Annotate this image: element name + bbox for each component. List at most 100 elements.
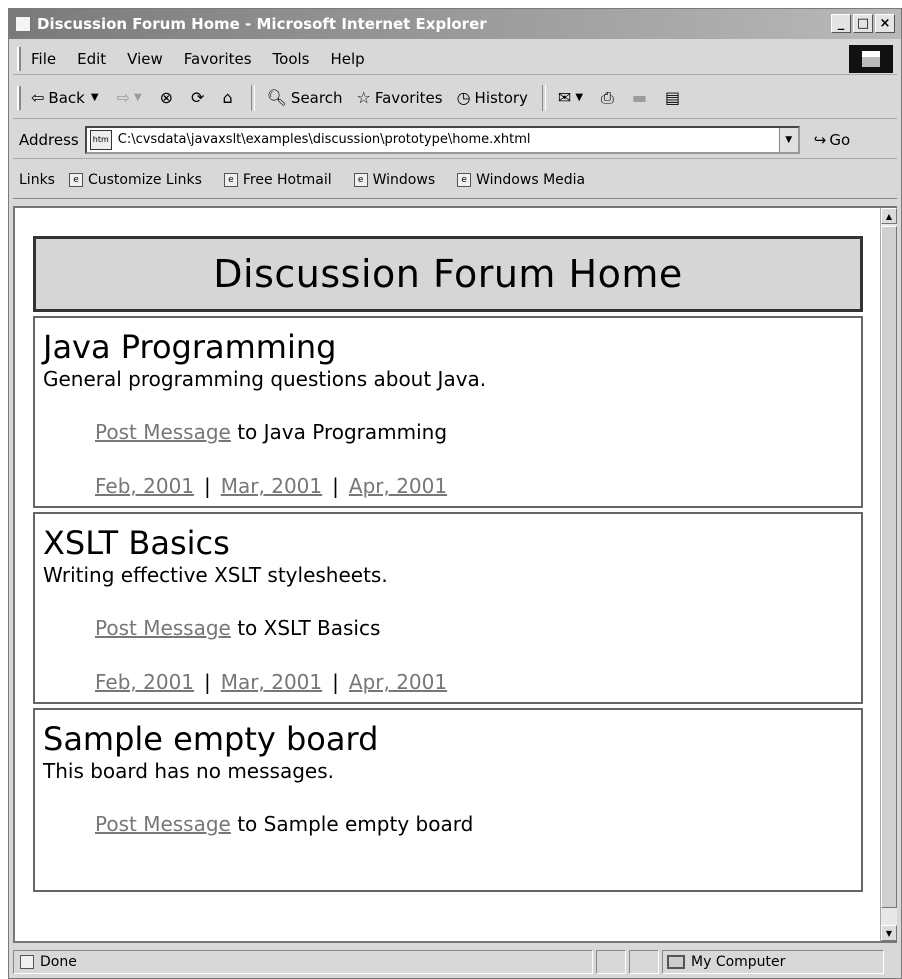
menu-file[interactable]: File (31, 50, 56, 68)
browser-window: Discussion Forum Home - Microsoft Intern… (8, 8, 902, 979)
search-button[interactable]: 🔍︎ Search (267, 88, 343, 107)
print-button[interactable]: ⎙ (601, 88, 618, 108)
print-icon: ⎙ (601, 87, 614, 107)
links-bar: Links e Customize Links e Free Hotmail e… (13, 161, 897, 199)
board-sample-empty: Sample empty board This board has no mes… (33, 708, 863, 892)
menu-tools[interactable]: Tools (273, 50, 310, 68)
link-free-hotmail[interactable]: e Free Hotmail (223, 171, 332, 188)
link-customize-links[interactable]: e Customize Links (68, 171, 202, 188)
ie-page-icon: e (353, 172, 368, 187)
board-post-row: Post Message to XSLT Basics (95, 616, 853, 640)
board-post-row: Post Message to Java Programming (95, 420, 853, 444)
address-input[interactable]: htm C:\cvsdata\javaxslt\examples\discuss… (84, 125, 800, 154)
ie-page-icon: e (457, 172, 472, 187)
link-windows[interactable]: e Windows (353, 171, 436, 188)
minimize-button[interactable]: _ (831, 14, 851, 33)
close-button[interactable]: × (875, 14, 895, 33)
home-icon: ⌂ (222, 88, 233, 107)
mail-button[interactable]: ✉ ▼ (558, 88, 587, 107)
board-description: General programming questions about Java… (43, 367, 487, 391)
address-url[interactable]: C:\cvsdata\javaxslt\examples\discussion\… (118, 132, 779, 147)
ie-page-icon: e (223, 172, 238, 187)
edit-page-button[interactable]: ▬ (632, 88, 651, 107)
refresh-button[interactable]: ⟳ (191, 88, 208, 107)
toolbar-separator (250, 84, 255, 111)
go-button[interactable]: ↪ Go (814, 131, 850, 149)
refresh-icon: ⟳ (191, 88, 205, 107)
post-suffix: to XSLT Basics (237, 616, 381, 640)
history-button[interactable]: ◷ History (457, 88, 528, 107)
htm-file-icon: htm (89, 129, 112, 150)
favorites-button[interactable]: ☆ Favorites (356, 88, 442, 107)
address-dropdown-button[interactable]: ▼ (778, 127, 798, 152)
board-title: XSLT Basics (43, 524, 230, 562)
edit-icon: ▬ (631, 88, 647, 107)
computer-icon (667, 955, 685, 969)
menu-favorites[interactable]: Favorites (184, 50, 252, 68)
window-controls: _ □ × (831, 14, 895, 33)
page-content: Discussion Forum Home Java Programming G… (33, 236, 863, 892)
page-viewport[interactable]: Discussion Forum Home Java Programming G… (13, 206, 897, 943)
history-label: History (474, 88, 528, 107)
toolbar-grip[interactable] (17, 46, 21, 71)
link-label: Windows (372, 171, 436, 188)
links-label: Links (19, 171, 55, 188)
home-button[interactable]: ⌂ (222, 88, 236, 107)
post-suffix: to Java Programming (237, 420, 448, 444)
archive-separator: | (204, 670, 211, 694)
archive-link-feb[interactable]: Feb, 2001 (95, 670, 194, 694)
stop-icon: ⊗ (159, 88, 174, 107)
discuss-button[interactable]: ▤ (665, 88, 684, 107)
archive-link-apr[interactable]: Apr, 2001 (349, 670, 447, 694)
vertical-scrollbar[interactable]: ▲ ▼ (880, 208, 897, 941)
archive-links: Feb, 2001 | Mar, 2001 | Apr, 2001 (95, 474, 853, 498)
board-title: Sample empty board (43, 720, 379, 758)
status-zone-pane: My Computer (662, 950, 884, 974)
archive-separator: | (332, 474, 339, 498)
go-label: Go (829, 130, 851, 149)
standard-toolbar: ⇦ Back ▼ ⇨ ▼ ⊗ ⟳ ⌂ 🔍︎ Search ☆ Favorites… (13, 77, 897, 119)
chevron-down-icon: ▼ (575, 92, 584, 103)
scroll-thumb[interactable] (881, 226, 897, 908)
ie-page-icon: e (68, 172, 83, 187)
back-button[interactable]: ⇦ Back ▼ (31, 88, 103, 107)
scroll-up-button[interactable]: ▲ (881, 208, 897, 224)
link-label: Customize Links (87, 171, 202, 188)
chevron-down-icon: ▼ (133, 92, 142, 103)
forward-button[interactable]: ⇨ ▼ (117, 88, 146, 107)
address-bar: Address htm C:\cvsdata\javaxslt\examples… (13, 121, 897, 159)
toolbar-separator (541, 84, 546, 111)
title-bar: Discussion Forum Home - Microsoft Intern… (9, 9, 901, 39)
archive-link-apr[interactable]: Apr, 2001 (349, 474, 447, 498)
archive-link-mar[interactable]: Mar, 2001 (221, 670, 322, 694)
post-message-link[interactable]: Post Message (95, 616, 231, 640)
menu-help[interactable]: Help (331, 50, 365, 68)
post-message-link[interactable]: Post Message (95, 812, 231, 836)
archive-link-mar[interactable]: Mar, 2001 (221, 474, 322, 498)
menu-edit[interactable]: Edit (77, 50, 106, 68)
maximize-button[interactable]: □ (853, 14, 873, 33)
link-label: Free Hotmail (242, 171, 332, 188)
stop-button[interactable]: ⊗ (160, 88, 177, 107)
status-text: Done (40, 954, 77, 970)
status-pane-empty (629, 950, 659, 974)
toolbar-grip[interactable] (17, 85, 21, 110)
board-description: This board has no messages. (43, 759, 334, 783)
back-arrow-icon: ⇦ (31, 88, 45, 107)
search-icon: 🔍︎ (266, 88, 287, 107)
chevron-down-icon: ▼ (90, 92, 99, 103)
discuss-icon: ▤ (664, 88, 681, 107)
ie-page-icon (15, 16, 31, 32)
post-message-link[interactable]: Post Message (95, 420, 231, 444)
forward-arrow-icon: ⇨ (116, 88, 130, 107)
search-label: Search (290, 88, 343, 107)
status-text-pane: Done (13, 950, 593, 974)
star-icon: ☆ (356, 88, 371, 107)
archive-link-feb[interactable]: Feb, 2001 (95, 474, 194, 498)
post-suffix: to Sample empty board (237, 812, 474, 836)
board-xslt-basics: XSLT Basics Writing effective XSLT style… (33, 512, 863, 704)
menu-view[interactable]: View (127, 50, 163, 68)
board-java-programming: Java Programming General programming que… (33, 316, 863, 508)
link-windows-media[interactable]: e Windows Media (457, 172, 585, 188)
scroll-down-button[interactable]: ▼ (881, 925, 897, 941)
